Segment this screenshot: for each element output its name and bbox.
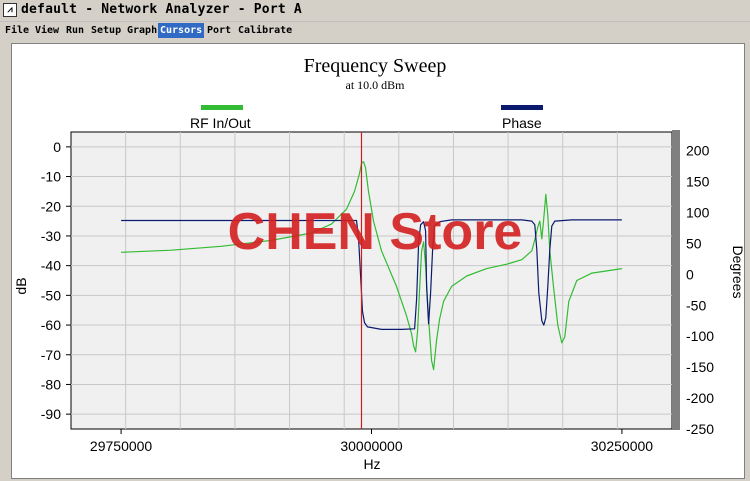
right-axis-bar — [672, 130, 680, 430]
y2-tick-label: 150 — [686, 174, 710, 190]
y-tick-label: 0 — [53, 139, 61, 155]
y-axis-label: dB — [13, 277, 29, 294]
y2-tick-label: -150 — [686, 359, 714, 375]
x-axis-label: Hz — [363, 456, 380, 472]
y-tick-label: -80 — [41, 376, 61, 392]
y-tick-label: -10 — [41, 169, 61, 185]
y2-tick-label: -100 — [686, 328, 714, 344]
y2-tick-label: 200 — [686, 143, 710, 159]
y2-tick-label: 0 — [686, 266, 694, 282]
y-tick-label: -60 — [41, 317, 61, 333]
y-tick-label: -70 — [41, 347, 61, 363]
x-tick-label: 29750000 — [90, 438, 153, 454]
y2-tick-label: -50 — [686, 297, 706, 313]
y-tick-label: -50 — [41, 287, 61, 303]
y2-tick-label: -250 — [686, 421, 714, 437]
y-tick-label: -90 — [41, 406, 61, 422]
x-tick-label: 30000000 — [340, 438, 403, 454]
watermark-text: CHEN Store — [227, 203, 523, 261]
y2-tick-label: -200 — [686, 390, 714, 406]
x-tick-label: 30250000 — [591, 438, 654, 454]
